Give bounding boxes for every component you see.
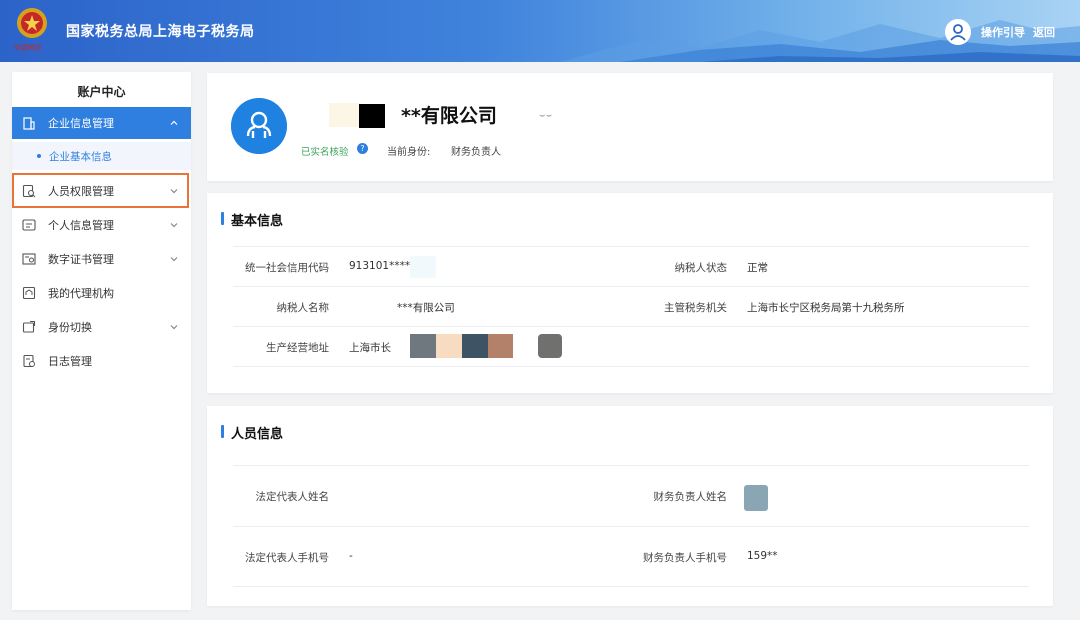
sidebar-item-label: 个人信息管理 <box>48 219 114 232</box>
user-avatar-icon[interactable] <box>945 19 971 45</box>
sidebar-item-label: 日志管理 <box>48 355 92 368</box>
verified-badge: 已实名核验 <box>301 147 349 158</box>
redaction-mask <box>329 103 361 127</box>
profile-card: **有限公司 ⌣⌣ 已实名核验 ? 当前身份: 财务负责人 <box>207 73 1053 181</box>
chevron-down-icon <box>170 223 178 228</box>
field-label: 财务负责人姓名 <box>653 491 728 503</box>
sidebar-item-label: 人员权限管理 <box>48 185 114 198</box>
company-name: **有限公司 <box>401 105 497 127</box>
row-divider <box>233 286 1029 287</box>
chevron-down-icon <box>170 325 178 330</box>
sidebar-item-label: 数字证书管理 <box>48 253 114 266</box>
field-value: 上海市长宁区税务局第十九税务所 <box>747 302 905 314</box>
redaction-mask <box>410 334 436 358</box>
redaction-mask <box>462 334 488 358</box>
bullet-icon <box>37 154 41 158</box>
help-icon[interactable]: ? <box>357 143 368 154</box>
sidebar-item-personal-info[interactable]: 个人信息管理 <box>12 209 191 241</box>
switch-icon <box>22 320 36 333</box>
log-icon <box>23 354 35 368</box>
guide-link[interactable]: 操作引导 <box>981 24 1025 40</box>
chevron-down-icon <box>170 189 178 194</box>
chevron-down-icon <box>170 257 178 262</box>
row-divider <box>233 526 1029 527</box>
emblem-caption: 中国税务 <box>13 44 41 52</box>
field-value: 913101**** <box>349 260 411 272</box>
redaction-mask <box>744 485 768 511</box>
sidebar-subitem-label: 企业基本信息 <box>49 151 112 163</box>
section-title: 人员信息 <box>220 423 283 442</box>
site-title: 国家税务总局上海电子税务局 <box>66 24 255 40</box>
field-label: 纳税人状态 <box>674 262 728 274</box>
field-label: 统一社会信用代码 <box>245 262 329 274</box>
field-value: - <box>349 550 353 562</box>
redaction-block <box>359 104 385 128</box>
row-divider <box>233 326 1029 327</box>
field-label: 主管税务机关 <box>664 302 727 314</box>
sidebar-item-personnel-permission[interactable]: 人员权限管理 <box>12 175 191 207</box>
company-avatar-icon <box>231 98 287 154</box>
row-divider <box>233 586 1029 587</box>
sidebar-subitem-basic-info[interactable]: 企业基本信息 <box>12 142 191 170</box>
redaction-mask <box>488 334 513 358</box>
sidebar-title: 账户中心 <box>77 85 126 99</box>
row-divider <box>233 246 1029 247</box>
sidebar-item-digital-certificate[interactable]: 数字证书管理 <box>12 243 191 275</box>
field-value: ***有限公司 <box>397 302 455 314</box>
agency-icon <box>22 286 36 300</box>
top-header: 中国税务 国家税务总局上海电子税务局 操作引导 返回 <box>0 0 1080 62</box>
back-link[interactable]: 返回 <box>1033 24 1055 40</box>
current-identity-label: 当前身份: <box>387 147 431 158</box>
sidebar-item-my-agency[interactable]: 我的代理机构 <box>12 277 191 309</box>
section-title: 基本信息 <box>220 210 283 229</box>
sidebar-item-log[interactable]: 日志管理 <box>12 345 191 377</box>
redaction-mask <box>410 256 436 278</box>
id-card-icon <box>22 219 36 231</box>
current-identity-value: 财务负责人 <box>451 147 501 158</box>
field-value: 正常 <box>747 262 768 274</box>
sidebar-item-label: 身份切换 <box>48 321 92 334</box>
sidebar: 账户中心 企业信息管理 企业基本信息 人员权限管理 个人信息管理 数字证书管理 … <box>12 72 191 610</box>
sidebar-item-enterprise-info[interactable]: 企业信息管理 <box>12 107 191 139</box>
redaction-mask <box>436 334 462 358</box>
row-divider <box>233 366 1029 367</box>
field-label: 法定代表人手机号 <box>245 552 329 564</box>
chevron-up-icon <box>170 120 178 125</box>
field-label: 生产经营地址 <box>266 342 329 354</box>
field-label: 法定代表人姓名 <box>255 491 330 503</box>
certificate-icon <box>22 253 36 265</box>
sidebar-item-label: 企业信息管理 <box>48 117 114 130</box>
building-icon <box>23 117 35 130</box>
field-value: 159** <box>747 550 778 562</box>
sidebar-item-label: 我的代理机构 <box>48 287 114 300</box>
field-label: 财务负责人手机号 <box>643 552 727 564</box>
eye-closed-icon[interactable]: ⌣⌣ <box>539 110 552 121</box>
field-label: 纳税人名称 <box>276 302 330 314</box>
field-value: 上海市长 <box>349 342 391 354</box>
sidebar-item-identity-switch[interactable]: 身份切换 <box>12 311 191 343</box>
basic-info-card: 基本信息 统一社会信用代码 913101**** 纳税人状态 正常 纳税人名称 … <box>207 193 1053 393</box>
row-divider <box>233 465 1029 466</box>
redaction-mask <box>538 334 562 358</box>
personnel-info-card: 人员信息 法定代表人姓名 财务负责人姓名 法定代表人手机号 - 财务负责人手机号… <box>207 406 1053 606</box>
person-search-icon <box>22 184 36 198</box>
